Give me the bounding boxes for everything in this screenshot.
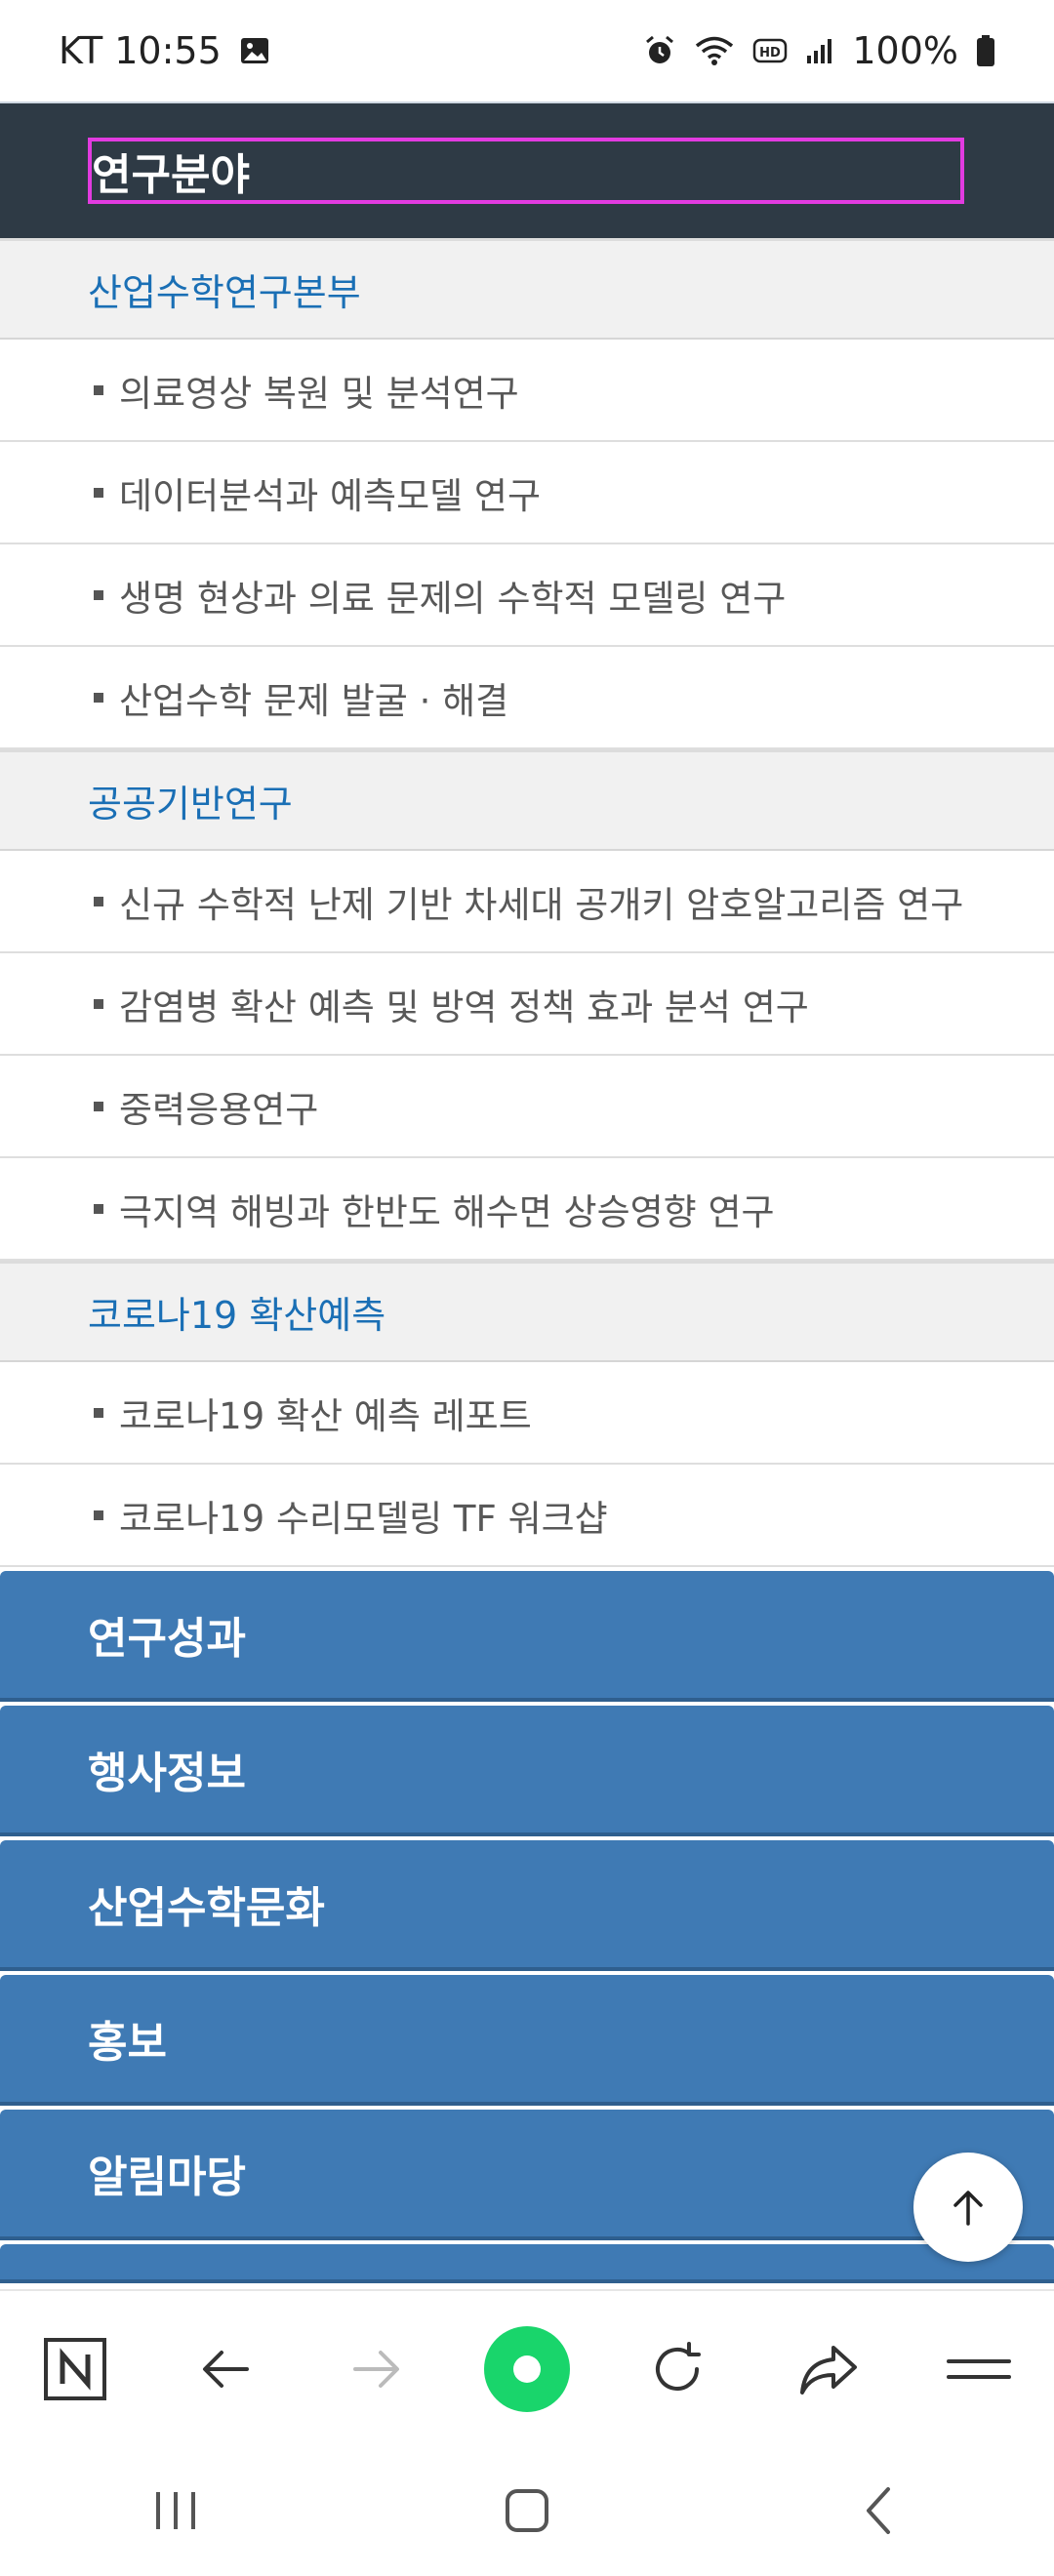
signal-icon (805, 36, 834, 65)
page-content: 연구분야 산업수학연구본부 의료영상 복원 및 분석연구 데이터분석과 예측모델… (0, 103, 1054, 2283)
status-left: KT 10:55 (59, 29, 270, 72)
forward-arrow-icon (352, 2351, 399, 2388)
carrier-time: KT 10:55 (59, 29, 222, 72)
menu-research-results[interactable]: 연구성과 (0, 1571, 1054, 1702)
arrow-up-icon (953, 2191, 983, 2226)
list-item[interactable]: 감염병 확산 예측 및 방역 정책 효과 분석 연구 (0, 953, 1054, 1056)
alarm-icon (643, 34, 676, 67)
list-item-label: 감염병 확산 예측 및 방역 정책 효과 분석 연구 (119, 986, 809, 1028)
naver-n-button[interactable] (26, 2320, 124, 2418)
naver-green-icon (483, 2326, 570, 2412)
list-item-label: 생명 현상과 의료 문제의 수학적 모델링 연구 (119, 577, 787, 620)
list-item[interactable]: 데이터분석과 예측모델 연구 (0, 442, 1054, 544)
list-item-label: 극지역 해빙과 한반도 해수면 상승영향 연구 (119, 1190, 775, 1233)
bullet-icon (94, 1509, 103, 1520)
naver-green-button[interactable] (478, 2320, 576, 2418)
home-button[interactable] (478, 2462, 576, 2559)
bullet-icon (94, 1407, 103, 1418)
naver-n-icon (44, 2338, 107, 2400)
bullet-icon (94, 589, 103, 600)
status-right: HD 100% (643, 29, 995, 72)
bullet-icon (94, 487, 103, 498)
system-nav-bar (0, 2445, 1054, 2576)
browser-toolbar (0, 2289, 1054, 2447)
list-item[interactable]: 신규 수학적 난제 기반 차세대 공개키 암호알고리즘 연구 (0, 851, 1054, 953)
list-item-label: 코로나19 수리모델링 TF 워크샵 (119, 1497, 608, 1540)
back-icon (867, 2487, 890, 2534)
list-item-label: 데이터분석과 예측모델 연구 (119, 474, 542, 517)
scroll-top-button[interactable] (913, 2153, 1023, 2262)
list-item-label: 신규 수학적 난제 기반 차세대 공개키 암호알고리즘 연구 (119, 883, 964, 926)
menu-partial[interactable] (0, 2244, 1054, 2283)
menu-pr[interactable]: 홍보 (0, 1975, 1054, 2106)
list-item[interactable]: 극지역 해빙과 한반도 해수면 상승영향 연구 (0, 1158, 1054, 1261)
share-icon (799, 2346, 857, 2395)
section-header-public-research[interactable]: 공공기반연구 (0, 749, 1054, 851)
back-button[interactable] (177, 2320, 274, 2418)
home-icon (506, 2489, 548, 2532)
list-item-label: 산업수학 문제 발굴 · 해결 (119, 679, 509, 722)
bullet-icon (94, 998, 103, 1009)
menu-events[interactable]: 행사정보 (0, 1706, 1054, 1836)
list-item[interactable]: 코로나19 확산 예측 레포트 (0, 1362, 1054, 1465)
wifi-icon (694, 34, 735, 67)
svg-text:HD: HD (760, 46, 782, 60)
share-button[interactable] (780, 2320, 877, 2418)
bullet-icon (94, 384, 103, 395)
recents-button[interactable] (127, 2462, 224, 2559)
list-item-label: 의료영상 복원 및 분석연구 (119, 372, 519, 415)
bullet-icon (94, 692, 103, 703)
refresh-button[interactable] (628, 2320, 726, 2418)
menu-icon (946, 2359, 1011, 2379)
bullet-icon (94, 1101, 103, 1111)
battery-percent: 100% (852, 29, 958, 72)
list-item[interactable]: 산업수학 문제 발굴 · 해결 (0, 647, 1054, 749)
refresh-icon (656, 2342, 702, 2391)
section-header-industrial-math[interactable]: 산업수학연구본부 (0, 238, 1054, 340)
battery-icon (976, 34, 995, 67)
list-item[interactable]: 코로나19 수리모델링 TF 워크샵 (0, 1465, 1054, 1567)
bullet-icon (94, 1203, 103, 1214)
menu-button[interactable] (930, 2320, 1028, 2418)
system-back-button[interactable] (830, 2462, 927, 2559)
forward-button[interactable] (328, 2320, 426, 2418)
list-item[interactable]: 중력응용연구 (0, 1056, 1054, 1158)
menu-notices[interactable]: 알림마당 (0, 2110, 1054, 2240)
list-item[interactable]: 의료영상 복원 및 분석연구 (0, 340, 1054, 442)
research-header[interactable]: 연구분야 (0, 103, 1054, 238)
recents-icon (156, 2492, 195, 2529)
bullet-icon (94, 896, 103, 906)
hd-icon: HD (752, 36, 788, 65)
gallery-icon (239, 35, 270, 66)
list-item-label: 코로나19 확산 예측 레포트 (119, 1394, 532, 1437)
menu-industrial-math-culture[interactable]: 산업수학문화 (0, 1840, 1054, 1971)
back-arrow-icon (203, 2351, 250, 2388)
research-header-title: 연구분야 (88, 138, 964, 204)
section-header-covid19[interactable]: 코로나19 확산예측 (0, 1261, 1054, 1362)
list-item-label: 중력응용연구 (119, 1088, 319, 1131)
status-bar: KT 10:55 HD 100% (0, 0, 1054, 101)
list-item[interactable]: 생명 현상과 의료 문제의 수학적 모델링 연구 (0, 544, 1054, 647)
